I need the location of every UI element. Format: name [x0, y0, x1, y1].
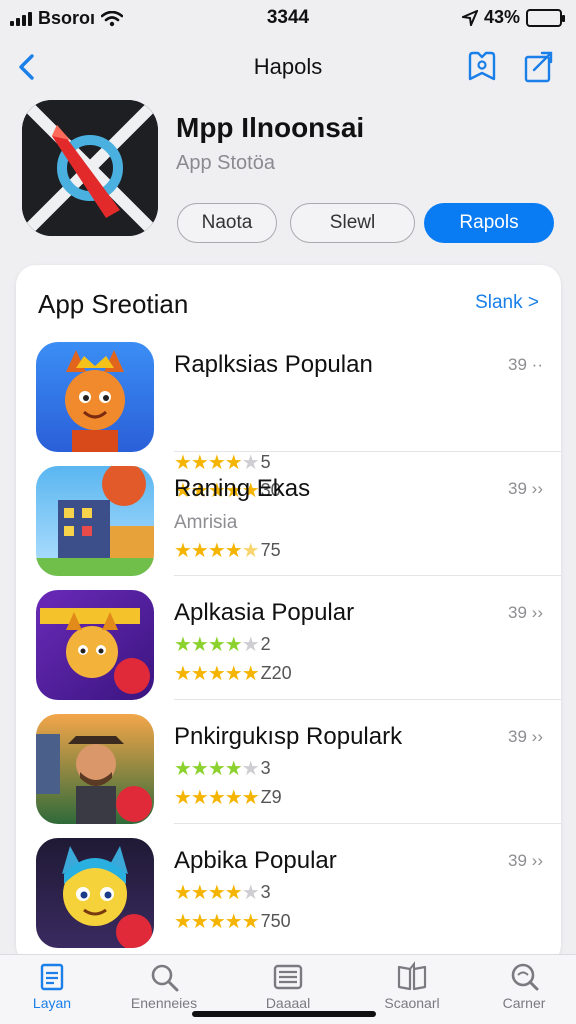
home-indicator: [192, 1011, 376, 1017]
tab-label: Scaonarl: [384, 995, 440, 1011]
app-thumbnail: [36, 342, 154, 452]
list-item[interactable]: Pnkirgukısp Ropulark 39 ›› ★★★★★ 3 ★★★★★…: [16, 700, 561, 824]
book-icon: [397, 961, 427, 991]
app-name: Aplkasia Popular: [174, 599, 355, 626]
tab-label: Enenneies: [130, 995, 198, 1011]
rating-row-b: ★★★★★ 75: [174, 538, 281, 563]
tab-apps[interactable]: Daaaal: [240, 961, 336, 1011]
app-name: Raning Ekas: [174, 475, 311, 502]
search-icon: [151, 964, 179, 992]
rating-row-a: ★★★★★ 2: [174, 632, 271, 657]
status-right: 43%: [461, 7, 565, 28]
location-arrow-icon: [461, 9, 478, 26]
status-bar: Bsoroı 3344 43%: [0, 0, 576, 36]
rating-count: 750: [260, 911, 291, 931]
rating-count: 2: [260, 634, 271, 654]
app-name: Apbika Popular: [174, 847, 337, 874]
navigation-bar: Hapols: [0, 40, 576, 94]
battery-icon: [526, 8, 565, 27]
rating-row-a: ★★★★★ 3: [174, 756, 271, 781]
battery-percent: 43%: [483, 7, 520, 27]
star-rating-icon: ★★★★★: [174, 540, 260, 562]
list-item[interactable]: Apbika Popular 39 ›› ★★★★★ 3 ★★★★★ 750: [16, 824, 561, 948]
tab-search[interactable]: Enenneies: [116, 961, 212, 1011]
rating-row-a: ★★★★★ 3: [174, 880, 271, 905]
star-rating-icon: ★★★★★: [174, 663, 260, 685]
tab-account[interactable]: Carner: [476, 961, 572, 1011]
star-rating-icon: ★★★★★: [174, 758, 260, 780]
app-category: Amrisia: [174, 512, 238, 533]
app-list-card: App Sreotian Slank > Raplksias Populan 3…: [16, 265, 561, 965]
star-rating-icon: ★★★★★: [174, 911, 260, 933]
app-subtitle: App Stotöa: [176, 152, 275, 174]
app-meta: 39 ››: [508, 727, 543, 746]
tab-label: Carner: [502, 995, 546, 1011]
rating-count: Z9: [260, 787, 282, 807]
stack-icon: [273, 964, 303, 990]
filter-button-1[interactable]: Naota: [177, 203, 277, 243]
rating-count: 75: [260, 540, 281, 560]
app-name: Raplksias Populan: [174, 351, 373, 378]
magnifier-icon: [511, 963, 539, 991]
tab-label: Layan: [32, 995, 72, 1011]
tab-updates[interactable]: Scaonarl: [364, 961, 460, 1011]
list-item[interactable]: Raning Ekas 39 ›› Amrisia ★★★★★ 75: [16, 452, 561, 576]
app-thumbnail: [36, 466, 154, 576]
rating-count: 3: [260, 882, 271, 902]
rating-row-b: ★★★★★ 750: [174, 909, 291, 934]
app-thumbnail: [36, 714, 154, 824]
list-item[interactable]: Aplkasia Popular 39 ›› ★★★★★ 2 ★★★★★ Z20: [16, 576, 561, 700]
rating-count: 3: [260, 758, 271, 778]
app-icon: [22, 100, 158, 236]
section-title: App Sreotian: [38, 289, 189, 319]
filter-button-2[interactable]: Slewl: [290, 203, 415, 243]
see-all-link[interactable]: Slank >: [475, 292, 539, 314]
rating-count: Z20: [260, 663, 292, 683]
app-thumbnail: [36, 838, 154, 948]
star-rating-icon: ★★★★★: [174, 787, 260, 809]
app-meta: 39 ››: [508, 851, 543, 870]
app-name: Pnkirgukısp Ropulark: [174, 723, 403, 750]
document-icon: [40, 963, 64, 991]
app-meta: 39 ··: [508, 355, 543, 374]
tab-today[interactable]: Layan: [4, 961, 100, 1011]
app-title: Mpp Ilnoonsai: [176, 112, 365, 143]
app-thumbnail: [36, 590, 154, 700]
share-icon[interactable]: [520, 48, 556, 86]
bookmark-icon[interactable]: [464, 48, 500, 86]
app-meta: 39 ››: [508, 603, 543, 622]
rating-row-b: ★★★★★ Z20: [174, 661, 292, 686]
tab-label: Daaaal: [265, 995, 311, 1011]
primary-action-button[interactable]: Rapols: [424, 203, 554, 243]
star-rating-icon: ★★★★★: [174, 634, 260, 656]
rating-row-b: ★★★★★ Z9: [174, 785, 282, 810]
list-item[interactable]: Raplksias Populan 39 ·· ★★★★★ 5 ★★★★★ 30: [16, 328, 561, 502]
app-meta: 39 ››: [508, 479, 543, 498]
star-rating-icon: ★★★★★: [174, 882, 260, 904]
